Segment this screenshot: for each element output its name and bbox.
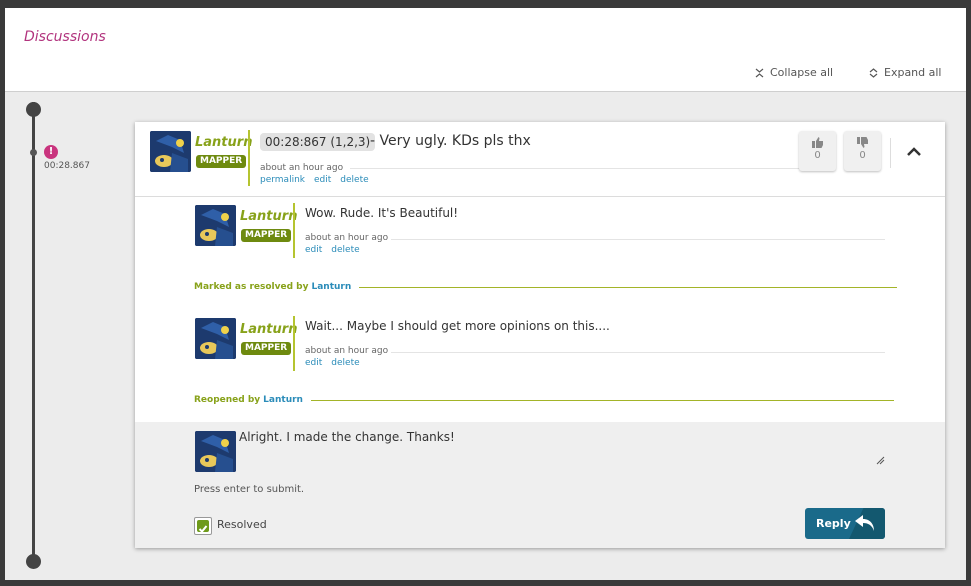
- page-title: Discussions: [24, 29, 106, 45]
- status-text: Marked as resolved by: [194, 282, 309, 292]
- reply-message: Wow. Rude. It's Beautiful!: [305, 206, 459, 220]
- post-time: about an hour ago: [260, 163, 344, 173]
- author-name[interactable]: Lanturn: [195, 135, 252, 150]
- reply-button[interactable]: Reply: [805, 508, 885, 539]
- collapse-all-label: Collapse all: [770, 66, 834, 79]
- avatar[interactable]: [195, 318, 236, 359]
- reply-textarea[interactable]: [239, 430, 885, 466]
- discussion-header: Lanturn MAPPER 00:28:867 (1,2,3) - Very …: [135, 122, 945, 197]
- discussions-body: ! 00:28.867 Lanturn MAPPER 00:28:867 (1,…: [5, 92, 966, 580]
- reply-links: edit delete: [305, 358, 360, 368]
- submit-hint: Press enter to submit.: [194, 484, 305, 495]
- discussions-panel: Discussions Collapse all Expand all ! 00…: [5, 8, 966, 580]
- reply-links: edit delete: [305, 245, 360, 255]
- reply-button-label: Reply: [816, 517, 851, 530]
- chevron-up-icon: [907, 147, 921, 156]
- author-divider: [293, 203, 295, 258]
- header-divider: [890, 138, 891, 168]
- timeline-marker[interactable]: [30, 149, 37, 156]
- alert-icon: !: [44, 145, 58, 159]
- timeline-end-dot: [26, 554, 41, 569]
- status-rule: [310, 399, 894, 401]
- collapse-discussion-button[interactable]: [907, 142, 921, 161]
- expand-all-label: Expand all: [884, 66, 942, 79]
- status-user[interactable]: Lanturn: [263, 395, 303, 405]
- reply-author-name[interactable]: Lanturn: [240, 322, 297, 337]
- reply-message: Wait... Maybe I should get more opinions…: [305, 319, 610, 333]
- avatar[interactable]: [195, 205, 236, 246]
- mapper-badge: MAPPER: [241, 229, 292, 242]
- downvote-button[interactable]: 0: [844, 131, 881, 171]
- mapper-badge: MAPPER: [241, 342, 292, 355]
- edit-link[interactable]: edit: [314, 175, 331, 185]
- delete-link[interactable]: delete: [331, 245, 359, 255]
- meta-rule: [391, 239, 885, 240]
- status-event: Reopened by Lanturn: [194, 395, 894, 405]
- resolved-label: Resolved: [217, 518, 267, 531]
- discussions-header: Discussions Collapse all Expand all: [5, 8, 966, 92]
- resize-grip-icon[interactable]: [876, 456, 885, 465]
- expand-all-button[interactable]: Expand all: [869, 66, 942, 79]
- thumbs-down-icon: [856, 137, 868, 148]
- downvote-count: 0: [859, 150, 866, 161]
- permalink-link[interactable]: permalink: [260, 175, 305, 185]
- meta-rule: [391, 352, 885, 353]
- checkmark-icon: [197, 520, 209, 533]
- reply-time: about an hour ago: [305, 233, 389, 243]
- timestamp-link[interactable]: 00:28:867 (1,2,3): [260, 133, 376, 151]
- resolved-checkbox[interactable]: [194, 517, 212, 535]
- collapse-all-button[interactable]: Collapse all: [755, 66, 833, 79]
- delete-link[interactable]: delete: [340, 175, 368, 185]
- status-text: Reopened by: [194, 395, 261, 405]
- reply-author-name[interactable]: Lanturn: [240, 209, 297, 224]
- author-divider: [248, 130, 250, 186]
- avatar[interactable]: [150, 131, 191, 172]
- status-rule: [359, 286, 898, 288]
- edit-link[interactable]: edit: [305, 245, 322, 255]
- delete-link[interactable]: delete: [331, 358, 359, 368]
- upvote-count: 0: [814, 150, 821, 161]
- avatar: [195, 431, 236, 472]
- upvote-button[interactable]: 0: [799, 131, 836, 171]
- timeline-start-dot: [26, 102, 41, 117]
- thumbs-up-icon: [811, 137, 823, 148]
- reply-composer: Press enter to submit. Resolved Reply: [135, 422, 945, 548]
- post-links: permalink edit delete: [260, 175, 369, 185]
- expand-all-icon: [869, 67, 878, 78]
- collapse-all-icon: [755, 68, 764, 77]
- author-divider: [293, 316, 295, 371]
- status-event: Marked as resolved by Lanturn: [194, 282, 898, 292]
- status-user[interactable]: Lanturn: [311, 282, 351, 292]
- reply-time: about an hour ago: [305, 346, 389, 356]
- discussion-message: - Very ugly. KDs pls thx: [370, 133, 531, 149]
- reply-arrow-icon: [855, 515, 874, 531]
- meta-rule: [350, 168, 800, 169]
- discussion-card: Lanturn MAPPER 00:28:867 (1,2,3) - Very …: [135, 122, 945, 548]
- edit-link[interactable]: edit: [305, 358, 322, 368]
- mapper-badge: MAPPER: [196, 155, 247, 168]
- timeline-line: [32, 102, 35, 562]
- timeline-timestamp[interactable]: 00:28.867: [44, 161, 90, 171]
